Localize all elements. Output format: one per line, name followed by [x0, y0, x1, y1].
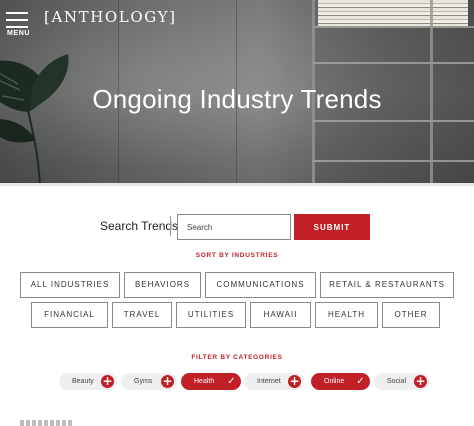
hamburger-icon [6, 19, 28, 21]
menu-label[interactable]: MENU [7, 30, 30, 37]
category-online-chip[interactable]: Online ✓ [311, 373, 370, 390]
search-input[interactable] [177, 214, 291, 240]
hero-bottom-edge [0, 183, 474, 186]
industry-travel-button[interactable]: TRAVEL [112, 302, 172, 328]
industry-utilities-button[interactable]: UTILITIES [176, 302, 246, 328]
industry-retail-restaurants-button[interactable]: RETAIL & RESTAURANTS [320, 272, 454, 298]
plus-icon: + [288, 374, 301, 388]
plus-icon: + [101, 374, 114, 388]
search-label: Search Trends [100, 219, 179, 233]
industries-heading: SORT BY INDUSTRIES [195, 252, 279, 259]
chip-label: Health [194, 378, 215, 385]
industry-behaviors-button[interactable]: BEHAVIORS [124, 272, 201, 298]
chip-label: Internet [257, 378, 281, 385]
industry-communications-button[interactable]: COMMUNICATIONS [205, 272, 316, 298]
check-icon: ✓ [356, 376, 365, 387]
category-health-chip[interactable]: Health ✓ [181, 373, 241, 390]
categories-heading: FILTER BY CATEGORIES [191, 354, 283, 361]
anthology-logo[interactable]: [ANTHOLOGY] [44, 8, 177, 26]
page-title: Ongoing Industry Trends [92, 84, 382, 114]
category-gyms-chip[interactable]: Gyms + [121, 373, 177, 390]
shelf [312, 62, 474, 64]
chip-label: Beauty [72, 378, 94, 385]
category-beauty-chip[interactable]: Beauty + [59, 373, 117, 390]
shelf [312, 26, 474, 28]
shelf [312, 120, 474, 122]
chip-label: Gyms [134, 378, 153, 385]
shelf [312, 160, 474, 162]
industry-all-industries-button[interactable]: ALL INDUSTRIES [20, 272, 120, 298]
submit-button[interactable]: SUBMIT [294, 214, 370, 240]
cut-off-section-heading [20, 420, 74, 426]
search-divider [170, 216, 171, 236]
category-internet-chip[interactable]: Internet + [244, 373, 304, 390]
plus-icon: + [414, 374, 427, 388]
category-social-chip[interactable]: Social + [374, 373, 430, 390]
chip-label: Social [387, 378, 407, 385]
industry-hawaii-button[interactable]: HAWAII [250, 302, 311, 328]
industry-financial-button[interactable]: FINANCIAL [31, 302, 108, 328]
hero-banner: MENU [ANTHOLOGY] Ongoing Industry Trends [0, 0, 474, 186]
industry-health-button[interactable]: HEALTH [315, 302, 378, 328]
chip-label: Online [324, 378, 345, 385]
industry-other-button[interactable]: OTHER [382, 302, 440, 328]
check-icon: ✓ [227, 376, 236, 387]
hamburger-icon [6, 12, 28, 14]
stacked-books-image [318, 0, 468, 26]
hamburger-icon [6, 26, 28, 28]
plus-icon: + [161, 374, 174, 388]
